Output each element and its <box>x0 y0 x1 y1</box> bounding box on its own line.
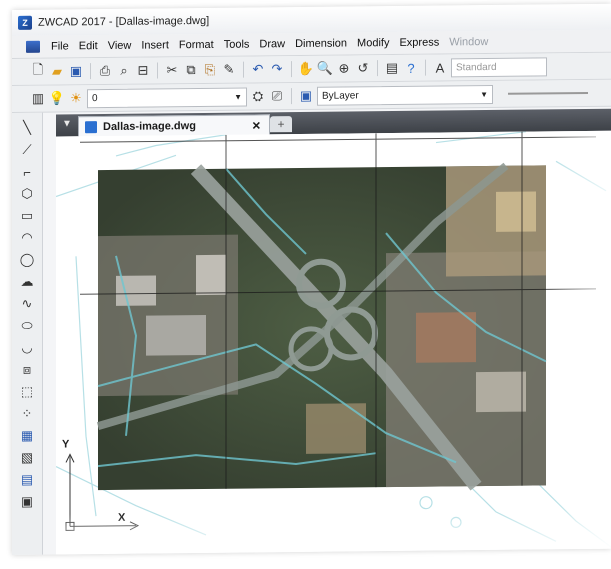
undo-icon[interactable]: ↶ <box>250 61 266 77</box>
zoom-previous-icon[interactable]: ↺ <box>355 60 371 76</box>
draw-toolbar: ╲ ⟋ ⌐ ⬡ ▭ ◠ ◯ ☁ ∿ ⬭ ◡ ⧈ ⬚ ⁘ ▦ ▧ ▤ ▣ <box>12 112 43 555</box>
open-folder-icon[interactable]: ▰ <box>49 63 65 79</box>
ellipse-arc-icon[interactable]: ◡ <box>18 339 36 357</box>
layers-toolbar: ▥ 💡 ☀ 0 ▼ ⛭ ⎚ ▣ ByLayer ▼ <box>12 79 611 113</box>
toolbar-separator <box>291 61 292 78</box>
help-icon[interactable]: ? <box>403 60 419 76</box>
text-style-select[interactable]: Standard <box>451 56 547 77</box>
layer-select[interactable]: 0 ▼ <box>87 87 247 108</box>
zoom-window-icon[interactable]: ⊕ <box>336 60 352 76</box>
spline-icon[interactable]: ∿ <box>18 295 36 313</box>
y-axis-label: Y <box>62 438 70 451</box>
properties-icon[interactable]: ▤ <box>384 60 400 76</box>
app-logo: Z <box>18 15 32 30</box>
drawing-svg <box>56 131 611 552</box>
aerial-image <box>80 131 596 491</box>
linetype-select[interactable] <box>508 91 588 95</box>
print-icon[interactable]: ⎙ <box>97 63 113 79</box>
layer-on-icon[interactable]: 💡 <box>49 90 65 106</box>
layer-previous-icon[interactable]: ⎚ <box>269 88 285 104</box>
cut-icon[interactable]: ✂ <box>164 62 180 78</box>
match-properties-icon[interactable]: ✎ <box>221 62 237 78</box>
arc-icon[interactable]: ◠ <box>18 229 36 247</box>
new-file-icon[interactable]: 🗋 <box>30 62 46 80</box>
hatch-icon[interactable]: ▦ <box>18 427 36 445</box>
layer-manager-icon[interactable]: ▥ <box>30 91 46 107</box>
polygon-icon[interactable]: ⬡ <box>18 185 36 203</box>
table-icon[interactable]: ▤ <box>18 471 36 489</box>
menu-dimension[interactable]: Dimension <box>290 37 352 50</box>
x-axis-label: X <box>118 511 126 524</box>
save-icon[interactable]: ▣ <box>68 63 84 79</box>
ray-icon[interactable]: ⟋ <box>18 141 36 159</box>
menu-edit[interactable]: Edit <box>74 40 103 52</box>
menu-format[interactable]: Format <box>174 39 219 51</box>
toolbar-separator <box>291 88 292 105</box>
application-window: Z ZWCAD 2017 - [Dallas-image.dwg] File E… <box>12 3 611 556</box>
gradient-icon[interactable]: ▧ <box>18 449 36 467</box>
make-current-layer-icon[interactable]: ⛭ <box>250 88 266 104</box>
menu-file[interactable]: File <box>46 40 74 52</box>
drawing-file-icon <box>85 121 97 134</box>
circle-icon[interactable]: ◯ <box>18 251 36 269</box>
text-style-icon: A <box>435 59 445 76</box>
toolbar-separator <box>157 62 158 79</box>
zoom-realtime-icon[interactable]: 🔍 <box>317 61 333 77</box>
ellipse-icon[interactable]: ⬭ <box>18 317 36 335</box>
menu-tools[interactable]: Tools <box>219 38 255 51</box>
toolbar-separator <box>377 60 378 77</box>
menu-express[interactable]: Express <box>394 36 444 49</box>
copy-icon[interactable]: ⧉ <box>183 62 199 78</box>
menu-modify[interactable]: Modify <box>352 37 394 49</box>
line-icon[interactable]: ╲ <box>18 119 36 137</box>
tab-menu-icon[interactable]: ▼ <box>62 118 72 129</box>
drawing-canvas[interactable]: Y X <box>56 130 611 555</box>
rectangle-icon[interactable]: ▭ <box>18 207 36 225</box>
image-icon[interactable]: ▣ <box>18 493 36 511</box>
layer-freeze-icon[interactable]: ☀ <box>68 90 84 106</box>
color-control-icon: ▣ <box>299 87 313 103</box>
window-title: ZWCAD 2017 - [Dallas-image.dwg] <box>38 14 210 29</box>
new-tab-icon[interactable]: + <box>270 116 292 133</box>
toolbar-separator <box>90 63 91 80</box>
chevron-down-icon: ▼ <box>234 92 242 102</box>
publish-icon[interactable]: ⊟ <box>135 63 151 79</box>
app-menu-icon[interactable] <box>26 40 40 53</box>
polyline-icon[interactable]: ⌐ <box>18 163 36 181</box>
tab-label: Dallas-image.dwg <box>103 120 196 134</box>
make-block-icon[interactable]: ⬚ <box>18 383 36 401</box>
menu-draw[interactable]: Draw <box>254 38 290 50</box>
point-icon[interactable]: ⁘ <box>18 405 36 423</box>
paste-icon[interactable]: ⎘ <box>202 62 218 78</box>
color-value: ByLayer <box>322 89 359 102</box>
insert-block-icon[interactable]: ⧈ <box>18 361 36 379</box>
print-preview-icon[interactable]: ⌕ <box>116 63 132 79</box>
color-select[interactable]: ByLayer ▼ <box>317 84 493 106</box>
pan-icon[interactable]: ✋ <box>298 61 314 77</box>
cloud-icon[interactable]: ☁ <box>18 273 36 291</box>
menu-insert[interactable]: Insert <box>136 39 174 51</box>
close-icon[interactable]: ✕ <box>252 119 261 132</box>
menu-view[interactable]: View <box>103 40 137 52</box>
text-style-value: Standard <box>456 61 497 73</box>
toolbar-separator <box>243 61 244 78</box>
toolbar-separator <box>425 59 426 76</box>
menu-window[interactable]: Window <box>444 36 493 49</box>
redo-icon[interactable]: ↷ <box>269 61 285 77</box>
layer-value: 0 <box>92 92 98 104</box>
chevron-down-icon: ▼ <box>480 89 488 99</box>
